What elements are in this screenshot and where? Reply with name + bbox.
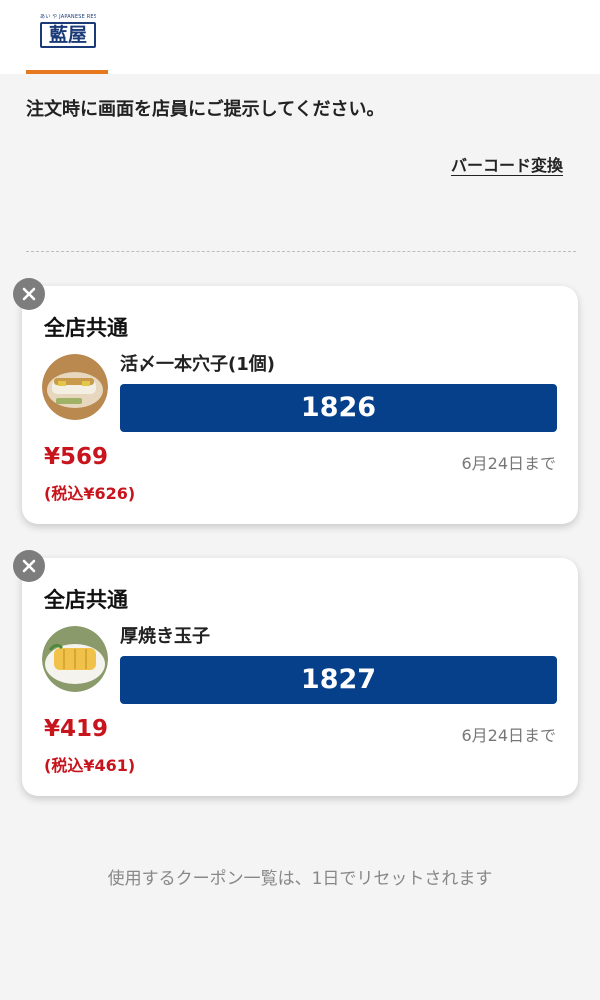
- coupon-code: 1827: [120, 656, 557, 704]
- coupon-scope: 全店共通: [44, 316, 128, 340]
- tamagoyaki-image: [42, 626, 108, 692]
- coupon-item-name: 活〆一本穴子(1個): [120, 354, 275, 375]
- reset-notice: 使用するクーポン一覧は、1日でリセットされます: [107, 869, 493, 889]
- coupon-scope: 全店共通: [44, 588, 128, 612]
- logo-text: 藍屋: [40, 22, 96, 48]
- coupon-code: 1826: [120, 384, 557, 432]
- logo-tagline: あい や JAPANESE RESTAURANT: [40, 14, 96, 20]
- close-icon[interactable]: [13, 278, 45, 310]
- aiya-logo: あい や JAPANESE RESTAURANT 藍屋: [40, 14, 96, 48]
- coupon-card: 全店共通 活〆一本穴子(1個) 1826 ¥569 (税込¥626) 6月24日…: [13, 278, 578, 524]
- coupon-expiry: 6月24日まで: [461, 454, 556, 473]
- coupon-price-with-tax: (税込¥461): [44, 756, 136, 775]
- barcode-convert-link[interactable]: バーコード変換: [451, 152, 563, 176]
- coupon-price: ¥569: [44, 444, 109, 470]
- app-header: あい や JAPANESE RESTAURANT 藍屋: [0, 0, 600, 74]
- anago-sushi-image: [42, 354, 108, 420]
- coupon-card: 全店共通 厚焼き玉子 1827 ¥419 (税込¥461) 6月24日まで: [13, 550, 578, 796]
- coupon-item-name: 厚焼き玉子: [120, 626, 210, 647]
- coupon-price-with-tax: (税込¥626): [44, 484, 136, 503]
- active-tab-indicator: [26, 70, 108, 74]
- coupon-price: ¥419: [44, 716, 109, 742]
- instruction-text: 注文時に画面を店員にご提示してください。: [26, 99, 385, 120]
- dashed-divider: [26, 251, 576, 252]
- close-icon[interactable]: [13, 550, 45, 582]
- coupon-expiry: 6月24日まで: [461, 726, 556, 745]
